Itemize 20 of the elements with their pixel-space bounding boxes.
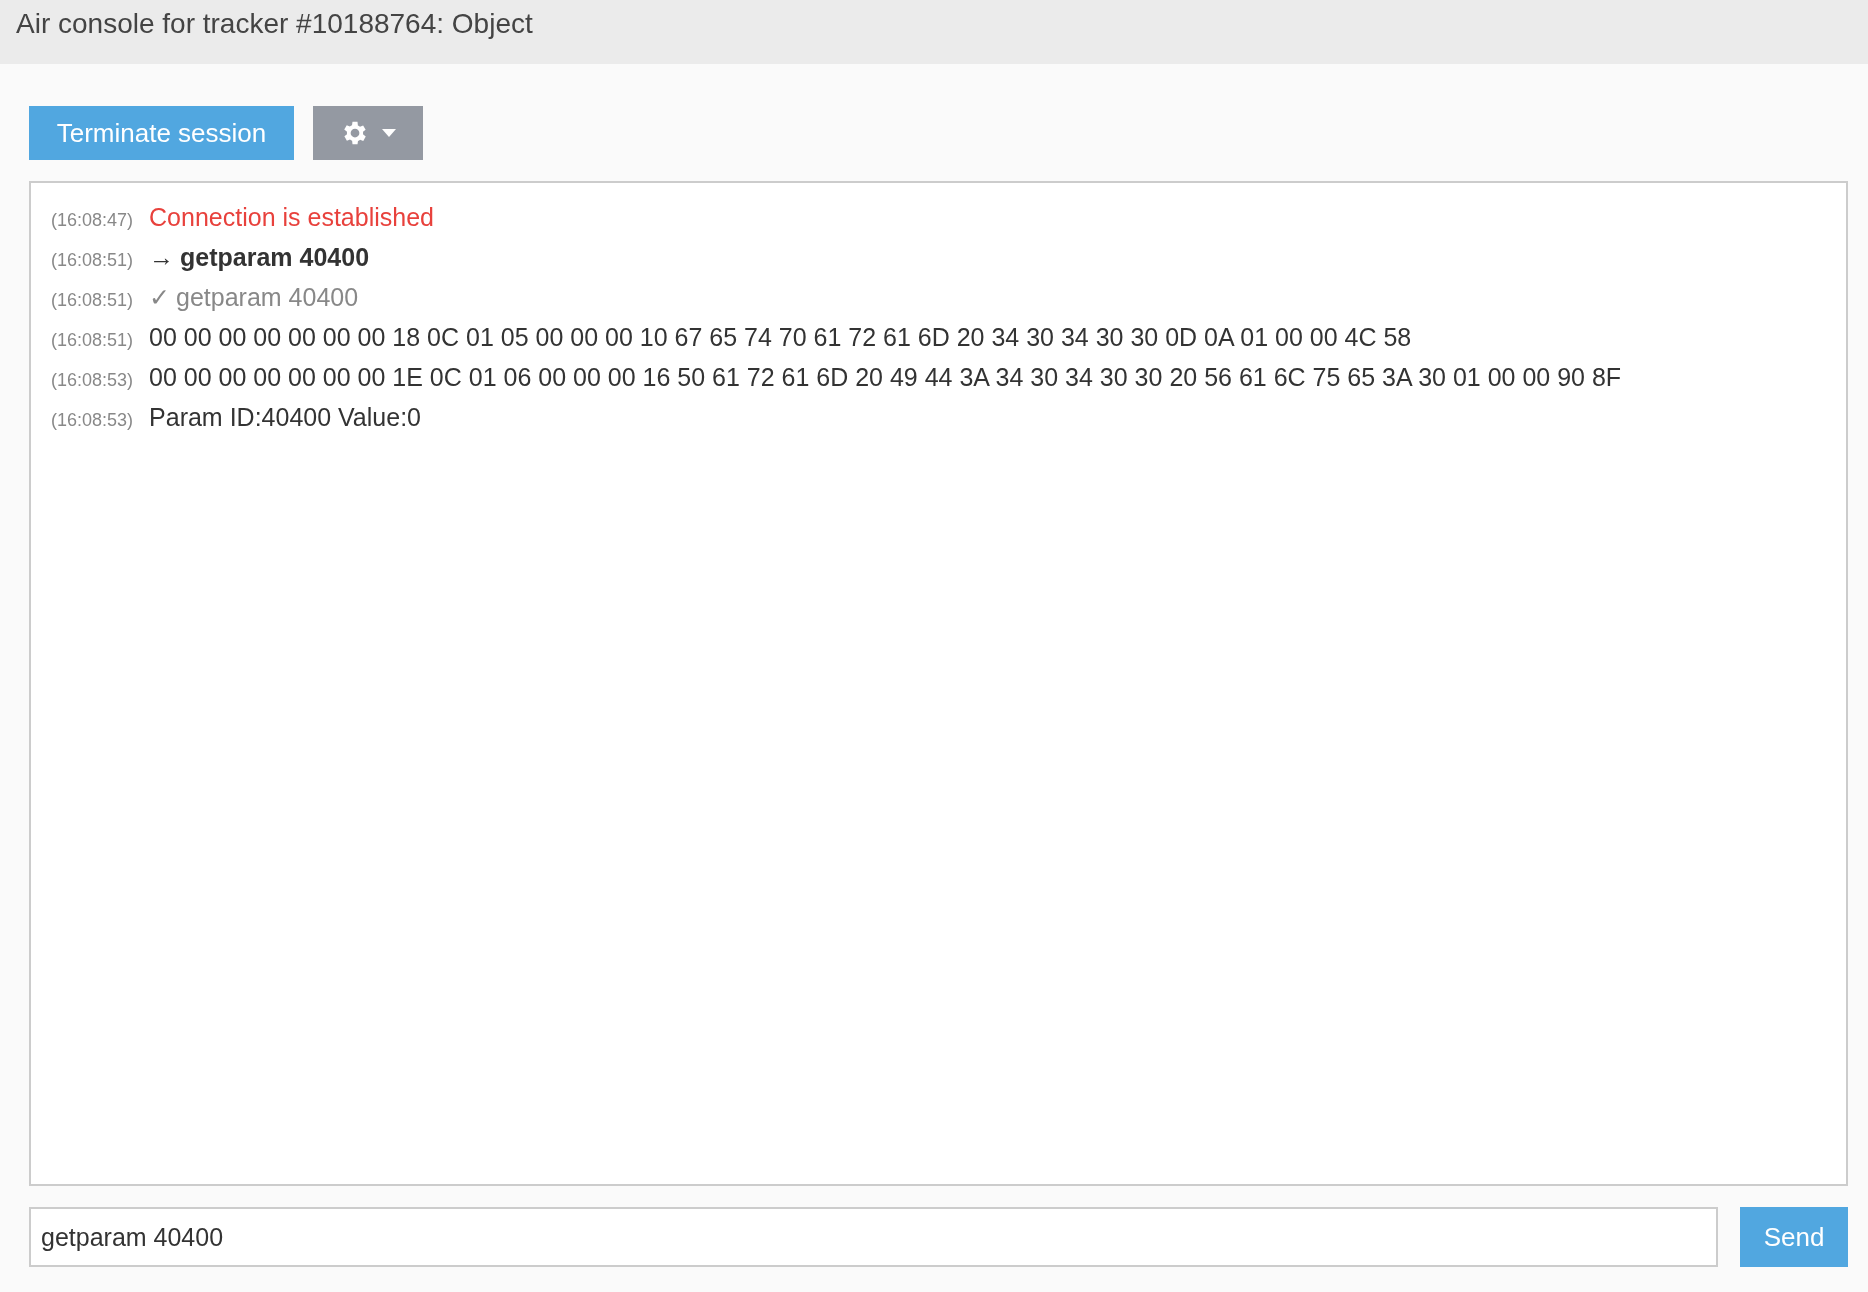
message-marker: → <box>149 243 175 272</box>
log-message: getparam 40400 <box>176 283 359 312</box>
window-title: Air console for tracker #10188764: Object <box>16 8 533 40</box>
command-input[interactable]: getparam 40400 <box>29 1207 1719 1267</box>
message-marker: ✓ <box>149 283 171 312</box>
log-message: Connection is established <box>149 203 434 232</box>
timestamp: (16:08:51) <box>51 290 134 311</box>
timestamp: (16:08:51) <box>51 330 134 351</box>
caret-icon <box>382 129 396 137</box>
terminate-session-button[interactable]: Terminate session <box>29 106 294 160</box>
send-button[interactable]: Send <box>1740 1207 1848 1267</box>
log-message: Param ID:40400 Value:0 <box>149 403 421 432</box>
log-message: 00 00 00 00 00 00 00 18 0C 01 05 00 00 00 10 67 65 74 70 61 72 61 6D 20 34 30 34 30 30 0D 0A 01 00 00 4C 58 <box>149 323 1412 352</box>
settings-dropdown-button[interactable] <box>313 106 423 160</box>
timestamp: (16:08:51) <box>51 250 134 271</box>
timestamp: (16:08:53) <box>51 410 134 431</box>
log-message: 00 00 00 00 00 00 00 1E 0C 01 06 00 00 00 16 50 61 72 61 6D 20 49 44 3A 34 30 34 30 30 20 56 61 6C 75 65 3A 30 01 00 00 90 8F <box>149 363 1622 392</box>
log-message: getparam 40400 <box>180 243 370 272</box>
timestamp: (16:08:47) <box>51 210 134 231</box>
timestamp: (16:08:53) <box>51 370 134 391</box>
